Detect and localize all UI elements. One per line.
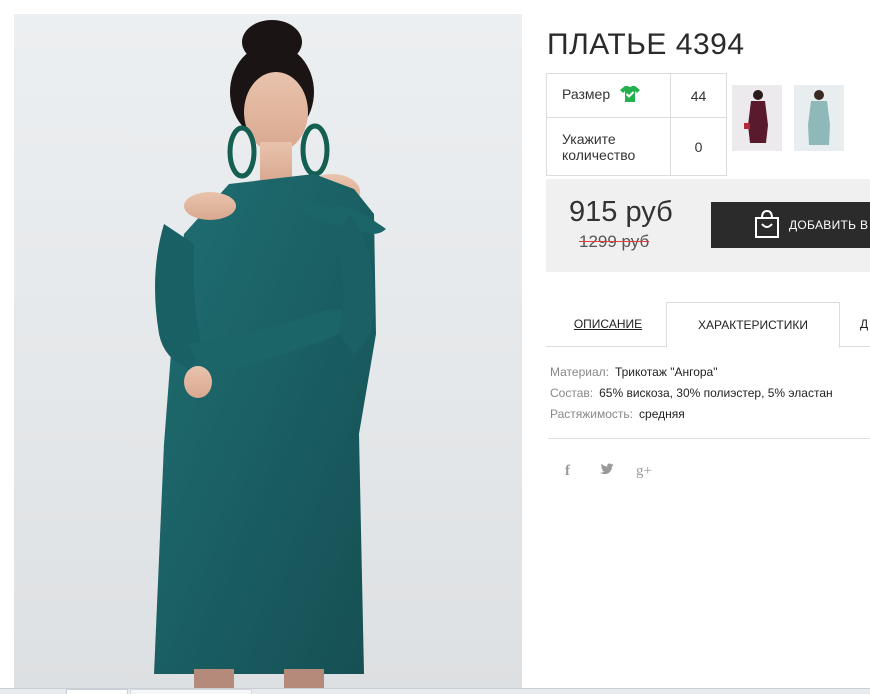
- characteristics-list: Материал: Трикотаж "Ангора" Состав: 65% ви…: [550, 362, 833, 425]
- options-table: Размер 44 Укажите количество 0: [546, 73, 727, 176]
- characteristic-key: Состав:: [550, 386, 594, 400]
- product-thumbnail-mint[interactable]: [794, 85, 844, 151]
- quantity-input[interactable]: 0: [670, 117, 727, 176]
- thumbnail-image: [744, 90, 768, 143]
- current-price: 915 руб: [569, 196, 673, 228]
- browser-tab[interactable]: [66, 689, 128, 694]
- tab-description[interactable]: ОПИСАНИЕ: [560, 302, 656, 346]
- characteristic-value: средняя: [639, 407, 685, 421]
- product-title: ПЛАТЬЕ 4394: [547, 28, 745, 62]
- section-divider: [548, 438, 870, 439]
- twitter-icon[interactable]: [598, 463, 614, 481]
- thumbnail-image: [808, 90, 830, 145]
- product-thumbnail-burgundy[interactable]: [732, 85, 782, 151]
- characteristic-row: Материал: Трикотаж "Ангора": [550, 362, 833, 383]
- characteristic-value: 65% вискоза, 30% полиэстер, 5% эластан: [599, 386, 833, 400]
- price-panel: 915 руб 1299 руб ДОБАВИТЬ В: [546, 179, 870, 272]
- size-row: Размер 44: [546, 73, 727, 118]
- google-plus-icon[interactable]: g+: [636, 463, 652, 480]
- characteristic-key: Материал:: [550, 365, 609, 379]
- add-to-cart-button[interactable]: ДОБАВИТЬ В: [711, 202, 870, 248]
- characteristic-row: Растяжимость: средняя: [550, 404, 833, 425]
- tab-characteristics[interactable]: ХАРАКТЕРИСТИКИ: [666, 302, 840, 348]
- size-label: Размер: [562, 86, 611, 103]
- old-price: 1299 руб: [579, 232, 650, 251]
- shopping-bag-icon: [753, 209, 781, 242]
- quantity-label: Укажите количество: [546, 117, 671, 176]
- model-in-dress-illustration: [154, 20, 386, 690]
- characteristic-row: Состав: 65% вискоза, 30% полиэстер, 5% эл…: [550, 383, 833, 404]
- add-to-cart-label: ДОБАВИТЬ В: [789, 218, 869, 232]
- browser-tab[interactable]: [130, 689, 252, 694]
- characteristic-key: Растяжимость:: [550, 407, 634, 421]
- window-bottom-strip: [0, 688, 870, 694]
- size-label-cell: Размер: [546, 73, 671, 118]
- green-shirt-check-icon[interactable]: [620, 85, 641, 106]
- quantity-row: Укажите количество 0: [546, 117, 727, 176]
- tab-delivery[interactable]: Д: [860, 302, 870, 346]
- product-main-image[interactable]: [14, 14, 522, 690]
- facebook-icon[interactable]: f: [565, 463, 570, 480]
- size-value[interactable]: 44: [670, 73, 727, 118]
- characteristic-value: Трикотаж "Ангора": [614, 365, 718, 379]
